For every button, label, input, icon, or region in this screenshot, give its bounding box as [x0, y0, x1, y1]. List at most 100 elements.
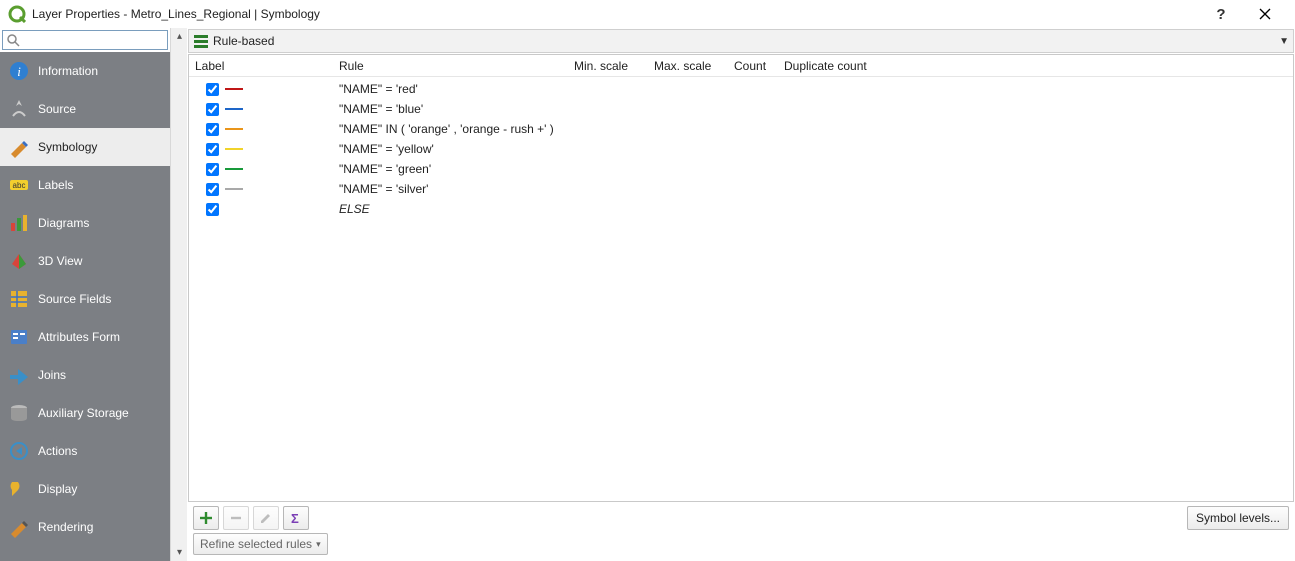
edit-rule-button[interactable] — [253, 506, 279, 530]
sidebar-icon — [8, 440, 30, 462]
table-row[interactable]: "NAME" = 'blue' — [189, 99, 1293, 119]
sidebar-icon — [8, 402, 30, 424]
sidebar-item-label: Symbology — [38, 140, 97, 154]
rule-expression: "NAME" = 'red' — [339, 82, 719, 96]
sidebar-item-source[interactable]: Source — [0, 90, 170, 128]
sidebar-item-display[interactable]: Display — [0, 470, 170, 508]
sidebar-item-label: Auxiliary Storage — [38, 406, 129, 420]
refine-rules-button[interactable]: Refine selected rules ▾ — [193, 533, 328, 555]
sidebar-item-label: Information — [38, 64, 98, 78]
sidebar-item-joins[interactable]: Joins — [0, 356, 170, 394]
remove-rule-button[interactable] — [223, 506, 249, 530]
sidebar-item-information[interactable]: i Information — [0, 52, 170, 90]
col-dup[interactable]: Duplicate count — [784, 59, 1293, 73]
sidebar-item-rendering[interactable]: Rendering — [0, 508, 170, 546]
svg-text:i: i — [17, 64, 21, 79]
rule-swatch — [225, 128, 243, 130]
sidebar-item-label: Diagrams — [38, 216, 89, 230]
sidebar-item-label: Source — [38, 102, 76, 116]
sidebar-icon: abc — [8, 174, 30, 196]
rule-based-icon — [193, 33, 209, 49]
table-row[interactable]: "NAME" = 'silver' — [189, 179, 1293, 199]
sidebar-item-auxiliary-storage[interactable]: Auxiliary Storage — [0, 394, 170, 432]
sidebar-icon — [8, 364, 30, 386]
rule-expression: ELSE — [339, 202, 719, 216]
rule-swatch — [225, 88, 243, 90]
rule-checkbox[interactable] — [206, 163, 219, 176]
col-count[interactable]: Count — [734, 59, 784, 73]
sidebar-icon — [8, 136, 30, 158]
rule-swatch — [225, 188, 243, 190]
scroll-up-icon[interactable]: ▴ — [171, 28, 188, 45]
sidebar-scrollbar[interactable]: ▴ ▾ — [170, 28, 187, 561]
rule-swatch — [225, 148, 243, 150]
sidebar-item-label: Actions — [38, 444, 77, 458]
renderer-label: Rule-based — [213, 34, 1279, 48]
sidebar: i Information Source Symbology abc Labels Diag… — [0, 52, 170, 561]
renderer-dropdown[interactable]: Rule-based ▼ — [188, 29, 1294, 53]
app-logo-icon — [8, 5, 26, 23]
search-icon — [6, 33, 20, 47]
help-button[interactable]: ? — [1199, 0, 1243, 28]
sidebar-item-attributes-form[interactable]: Attributes Form — [0, 318, 170, 356]
rule-checkbox[interactable] — [206, 103, 219, 116]
count-features-button[interactable]: Σ — [283, 506, 309, 530]
scroll-down-icon[interactable]: ▾ — [171, 544, 188, 561]
table-row[interactable]: "NAME" = 'yellow' — [189, 139, 1293, 159]
table-row[interactable]: ELSE — [189, 199, 1293, 219]
rule-checkbox[interactable] — [206, 183, 219, 196]
sidebar-icon — [8, 516, 30, 538]
sidebar-item-symbology[interactable]: Symbology — [0, 128, 170, 166]
sidebar-icon — [8, 326, 30, 348]
rule-checkbox[interactable] — [206, 123, 219, 136]
svg-text:abc: abc — [13, 181, 26, 190]
rule-expression: "NAME" = 'green' — [339, 162, 719, 176]
col-rule[interactable]: Rule — [339, 59, 574, 73]
refine-row: Refine selected rules ▾ — [187, 533, 1295, 561]
rule-checkbox[interactable] — [206, 83, 219, 96]
close-button[interactable] — [1243, 0, 1287, 28]
sidebar-item-label: Source Fields — [38, 292, 111, 306]
window-title: Layer Properties - Metro_Lines_Regional … — [32, 7, 320, 21]
rules-table: Label Rule Min. scale Max. scale Count D… — [188, 54, 1294, 502]
rule-expression: "NAME" = 'silver' — [339, 182, 719, 196]
sidebar-icon — [8, 250, 30, 272]
sidebar-item-label: Rendering — [38, 520, 93, 534]
window-titlebar: Layer Properties - Metro_Lines_Regional … — [0, 0, 1295, 28]
sidebar-icon: i — [8, 60, 30, 82]
symbol-levels-button[interactable]: Symbol levels... — [1187, 506, 1289, 530]
table-row[interactable]: "NAME" = 'red' — [189, 79, 1293, 99]
sidebar-item-label: Attributes Form — [38, 330, 120, 344]
sidebar-item-labels[interactable]: abc Labels — [0, 166, 170, 204]
table-row[interactable]: "NAME" = 'green' — [189, 159, 1293, 179]
sidebar-icon — [8, 478, 30, 500]
add-rule-button[interactable] — [193, 506, 219, 530]
rule-swatch — [225, 108, 243, 110]
sidebar-item-label: 3D View — [38, 254, 82, 268]
sidebar-item-diagrams[interactable]: Diagrams — [0, 204, 170, 242]
chevron-down-icon: ▼ — [1279, 36, 1289, 47]
col-max[interactable]: Max. scale — [654, 59, 734, 73]
rule-swatch — [225, 168, 243, 170]
sidebar-item-actions[interactable]: Actions — [0, 432, 170, 470]
sidebar-item-3d-view[interactable]: 3D View — [0, 242, 170, 280]
sidebar-icon — [8, 288, 30, 310]
search-input[interactable] — [2, 30, 168, 50]
rule-checkbox[interactable] — [206, 143, 219, 156]
col-min[interactable]: Min. scale — [574, 59, 654, 73]
sidebar-icon — [8, 212, 30, 234]
rule-expression: "NAME" IN ( 'orange' , 'orange - rush +'… — [339, 122, 719, 136]
refine-label: Refine selected rules — [200, 537, 312, 551]
rule-buttons-row: Σ Symbol levels... — [187, 503, 1295, 533]
rule-checkbox[interactable] — [206, 203, 219, 216]
table-row[interactable]: "NAME" IN ( 'orange' , 'orange - rush +'… — [189, 119, 1293, 139]
chevron-down-icon: ▾ — [316, 539, 321, 550]
rule-expression: "NAME" = 'blue' — [339, 102, 719, 116]
table-header: Label Rule Min. scale Max. scale Count D… — [189, 55, 1293, 77]
sidebar-item-label: Labels — [38, 178, 73, 192]
col-label[interactable]: Label — [189, 59, 339, 73]
sidebar-icon — [8, 98, 30, 120]
rule-expression: "NAME" = 'yellow' — [339, 142, 719, 156]
sidebar-item-source-fields[interactable]: Source Fields — [0, 280, 170, 318]
search-wrap — [0, 28, 170, 52]
